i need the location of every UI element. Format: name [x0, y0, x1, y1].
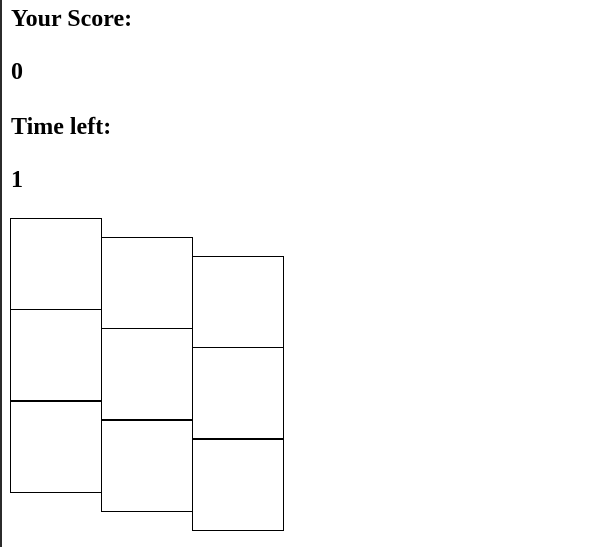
hole-2-2[interactable] — [101, 328, 193, 420]
hole-1-2[interactable] — [101, 237, 193, 329]
hole-1-1[interactable] — [10, 218, 102, 310]
score-label: Your Score: — [11, 6, 133, 32]
hole-2-1[interactable] — [10, 309, 102, 401]
time-value: 1 — [11, 167, 23, 193]
score-value: 0 — [11, 59, 23, 85]
hole-2-3[interactable] — [192, 347, 284, 439]
hole-3-2[interactable] — [101, 420, 193, 512]
hole-1-3[interactable] — [192, 256, 284, 348]
hole-3-3[interactable] — [192, 439, 284, 531]
time-label: Time left: — [11, 114, 112, 140]
window-left-edge — [0, 0, 2, 547]
hole-3-1[interactable] — [10, 401, 102, 493]
